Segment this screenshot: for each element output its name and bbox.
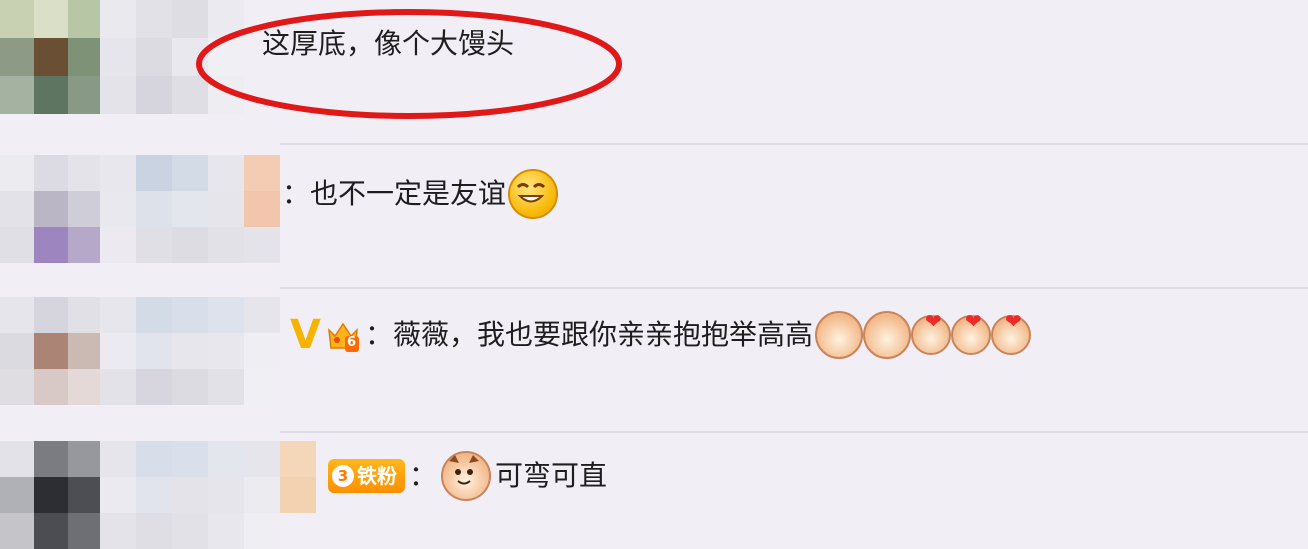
comment-text: ： 也不一定是友谊 (282, 169, 559, 219)
crown-level: 6 (346, 335, 357, 350)
cat-kiss-sticker-icon (863, 311, 911, 359)
username-blurred[interactable] (100, 155, 280, 263)
comment-row: ： 也不一定是友谊 (0, 145, 1308, 287)
cat-heart-sticker-icon: ❤ (911, 309, 951, 355)
avatar[interactable] (0, 155, 102, 263)
cat-face-sticker-icon (441, 451, 492, 501)
fan-level: 3 (332, 465, 354, 487)
comment-colon: ： (364, 318, 393, 351)
username-blurred[interactable] (100, 441, 316, 549)
comment-colon: ： (409, 459, 438, 492)
comment-body: 薇薇，我也要跟你亲亲抱抱举高高 (392, 318, 813, 351)
verified-v-badge[interactable]: V (290, 315, 321, 355)
comment-text: 这厚底，像个大馒头 (262, 26, 514, 62)
comment-row: 这厚底，像个大馒头 (0, 0, 1308, 140)
comment-text: V 6 ： 薇薇，我也要跟你亲亲抱抱举高高 ❤ ❤ ❤ (290, 309, 1031, 359)
cat-heart-sticker-icon: ❤ (951, 309, 991, 355)
crown-level-icon[interactable]: 6 (325, 318, 361, 352)
comment-body: 可弯可直 (495, 459, 608, 492)
cat-heart-sticker-icon: ❤ (991, 309, 1031, 355)
fan-label: 铁粉 (357, 464, 397, 488)
comment-row: 3 铁粉 ： 可弯可直 (0, 433, 1308, 549)
avatar[interactable] (0, 441, 102, 549)
highlight-circle (196, 9, 622, 119)
comment-body: 这厚底，像个大馒头 (262, 27, 515, 60)
smirk-emoji-icon (508, 169, 559, 219)
fan-badge[interactable]: 3 铁粉 (328, 459, 405, 493)
cat-kiss-sticker-icon (815, 311, 863, 359)
comment-row: V 6 ： 薇薇，我也要跟你亲亲抱抱举高高 ❤ ❤ ❤ (0, 289, 1308, 431)
comment-colon: ： (282, 177, 311, 210)
comment-text: 3 铁粉 ： 可弯可直 (328, 451, 607, 501)
heart-icon: ❤ (965, 309, 982, 333)
heart-icon: ❤ (1005, 309, 1022, 333)
heart-icon: ❤ (925, 309, 942, 333)
avatar[interactable] (0, 297, 102, 405)
avatar[interactable] (0, 0, 102, 114)
username-blurred[interactable] (100, 297, 280, 405)
comment-body: 也不一定是友谊 (310, 177, 507, 210)
